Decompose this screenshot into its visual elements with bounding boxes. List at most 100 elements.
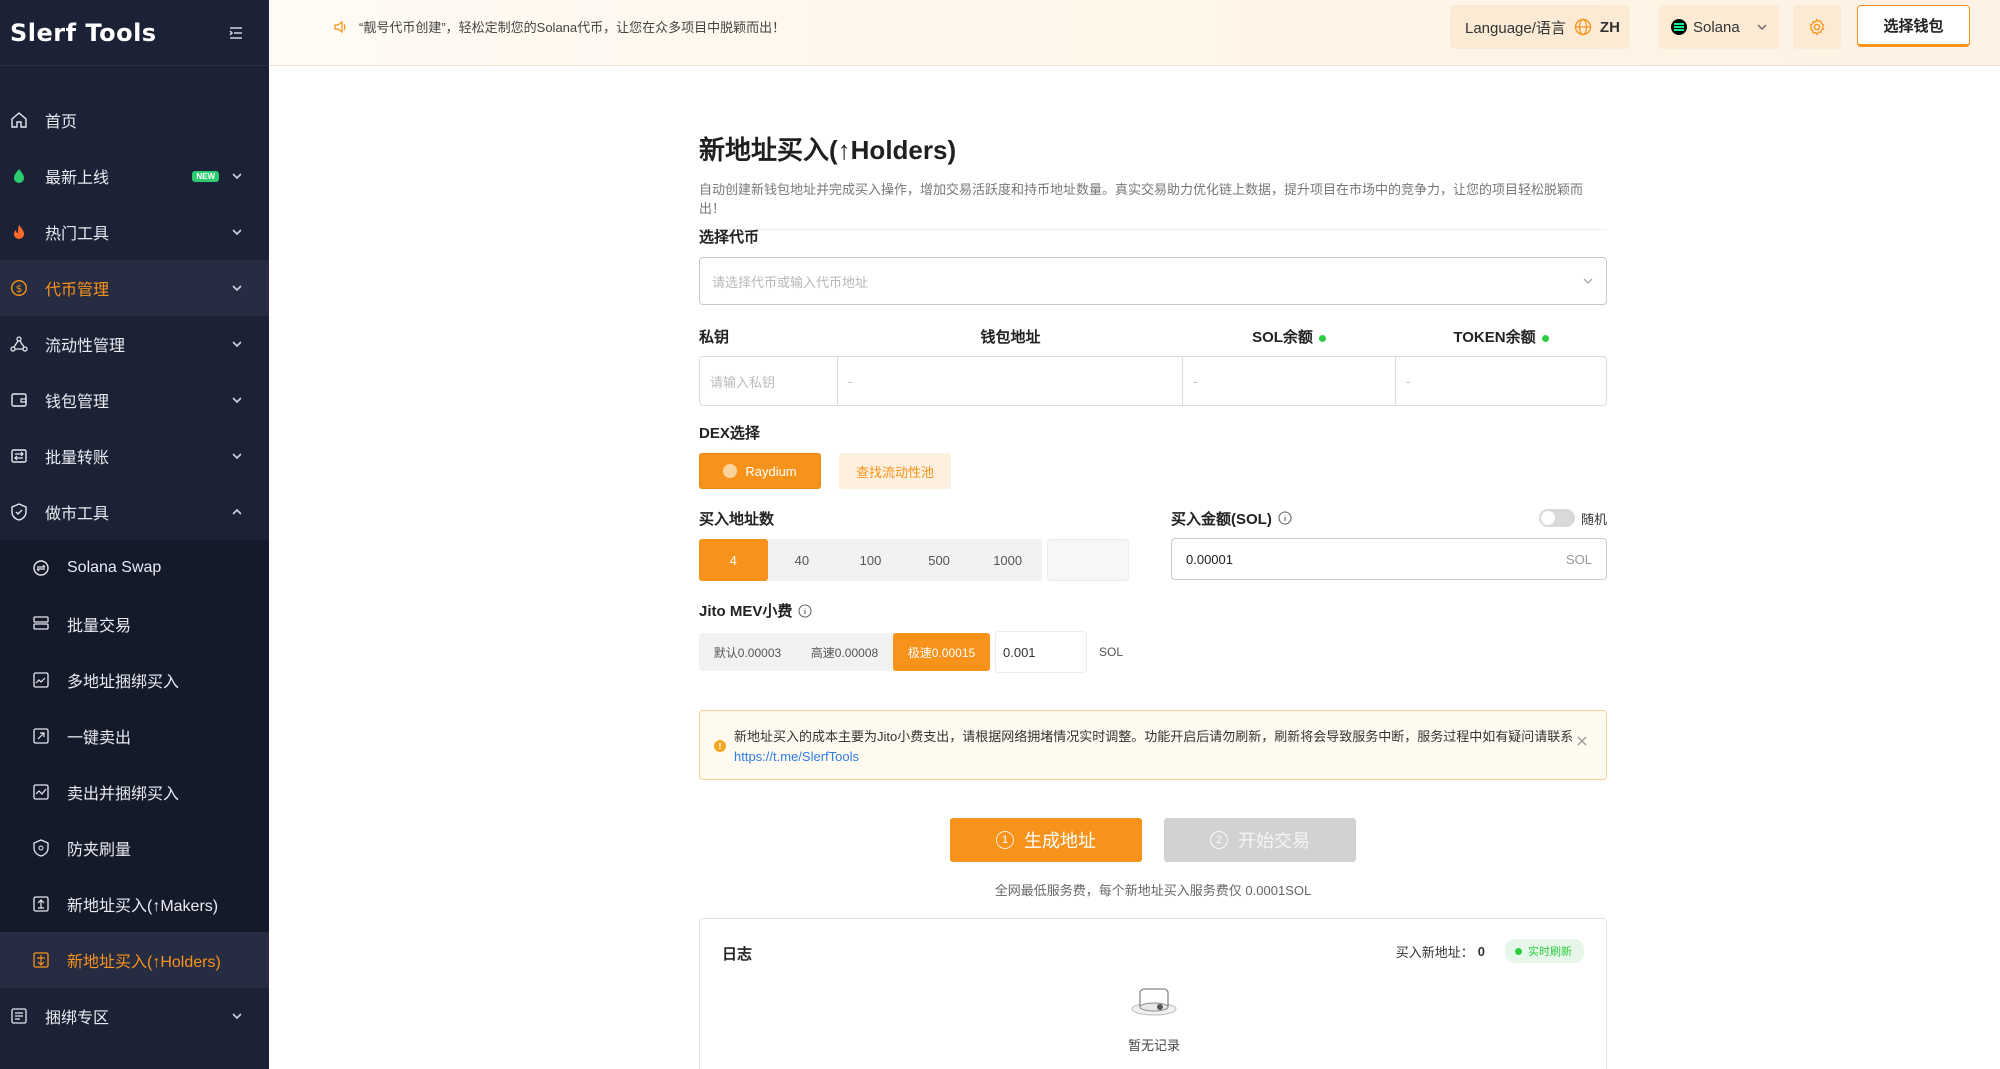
sidebar-item-sell-and-bundle-buy[interactable]: 卖出并捆绑买入 <box>0 764 269 820</box>
chevron-down-icon <box>232 397 242 404</box>
settings-button[interactable] <box>1793 5 1841 49</box>
sidebar-item-label: 做市工具 <box>45 506 110 523</box>
speaker-icon <box>334 20 346 33</box>
close-icon[interactable] <box>1576 735 1588 747</box>
random-label: 随机 <box>1580 511 1607 527</box>
logo[interactable]: Slerf Tools <box>10 19 157 47</box>
dex-label: DEX选择 <box>699 425 760 442</box>
address-count-option[interactable]: 100 <box>836 539 905 581</box>
generate-address-label: 生成地址 <box>1024 831 1096 851</box>
sidebar-item-bundle-zone[interactable]: 捆绑专区 <box>0 988 269 1044</box>
sidebar-item-label: 热门工具 <box>45 226 110 243</box>
wallet-table-header: 私钥 钱包地址 SOL余额 TOKEN余额 <box>699 322 1607 350</box>
sidebar-item-label: 一键卖出 <box>67 730 132 747</box>
chain-select[interactable]: Solana <box>1659 5 1779 49</box>
address-count-option[interactable]: 1000 <box>973 539 1042 581</box>
new-badge: NEW <box>192 170 219 182</box>
chevron-down-icon <box>232 1013 242 1020</box>
language-button[interactable]: Language/语言 ZH <box>1450 5 1630 49</box>
status-dot <box>1515 947 1522 955</box>
jito-option-turbo[interactable]: 极速0.00015 <box>893 633 990 671</box>
sidebar-item-token-management[interactable]: $ 代币管理 <box>0 260 269 316</box>
status-dot <box>1318 334 1326 342</box>
address-count-option[interactable]: 40 <box>768 539 837 581</box>
sidebar-item-label: 新地址买入(↑Makers) <box>67 898 219 915</box>
address-count-custom-input[interactable] <box>1047 539 1129 581</box>
log-count: 0 <box>1477 943 1485 959</box>
sidebar-item-new[interactable]: 最新上线 NEW <box>0 148 269 204</box>
sidebar-item-hot-tools[interactable]: 热门工具 <box>0 204 269 260</box>
sidebar-item-liquidity[interactable]: 流动性管理 <box>0 316 269 372</box>
jito-label: Jito MEV小费 <box>699 603 793 620</box>
chevron-down-icon <box>232 285 242 292</box>
sidebar-item-batch-trade[interactable]: 批量交易 <box>0 596 269 652</box>
sidebar-item-wallet[interactable]: 钱包管理 <box>0 372 269 428</box>
chevron-down-icon <box>232 173 242 180</box>
top-bar: “靓号代币创建”，轻松定制您的Solana代币，让您在众多项目中脱颖而出！ La… <box>269 0 2000 66</box>
jito-fee-unit: SOL <box>1099 645 1124 659</box>
log-status: 买入新地址： 0 实时刷新 <box>1396 939 1584 963</box>
find-pool-button[interactable]: 查找流动性池 <box>839 453 951 489</box>
wallet-address-value: - <box>838 357 1183 405</box>
language-code: ZH <box>1599 18 1620 36</box>
announcement-text: “靓号代币创建”，轻松定制您的Solana代币，让您在众多项目中脱颖而出！ <box>359 20 786 35</box>
announcement[interactable]: “靓号代币创建”，轻松定制您的Solana代币，让您在众多项目中脱颖而出！ <box>333 17 785 36</box>
log-panel: 日志 买入新地址： 0 实时刷新 暂无记录 <box>699 918 1607 1069</box>
dex-raydium-button[interactable]: Raydium <box>699 453 821 489</box>
select-wallet-button[interactable]: 选择钱包 <box>1857 5 1970 47</box>
solana-icon <box>1671 19 1687 35</box>
bundle-zone-icon <box>10 1007 28 1025</box>
token-select[interactable]: 请选择代币或输入代币地址 <box>699 257 1607 305</box>
empty-box-icon <box>1131 988 1177 1016</box>
info-icon[interactable] <box>1278 511 1292 525</box>
sidebar-item-new-address-makers[interactable]: 新地址买入(↑Makers) <box>0 876 269 932</box>
buy-amount-section: 买入金额(SOL) 随机 0.00001 SOL <box>1171 508 1607 580</box>
menu-collapse-icon[interactable] <box>227 24 245 42</box>
sidebar-item-label: 捆绑专区 <box>45 1010 110 1027</box>
gear-icon <box>1809 18 1825 36</box>
start-trading-label: 开始交易 <box>1238 831 1310 851</box>
jito-option-default[interactable]: 默认0.00003 <box>699 633 796 671</box>
wallet-icon <box>10 391 28 409</box>
empty-text: 暂无记录 <box>1127 1038 1180 1053</box>
generate-address-button[interactable]: 1 生成地址 <box>950 818 1142 862</box>
info-icon[interactable] <box>798 603 812 618</box>
shield-icon <box>10 503 28 521</box>
jito-fee-input[interactable]: 0.001 <box>995 631 1087 673</box>
fire-icon <box>10 223 28 241</box>
chevron-down-icon <box>232 229 242 236</box>
sidebar-item-one-click-sell[interactable]: 一键卖出 <box>0 708 269 764</box>
sidebar-item-home[interactable]: 首页 <box>0 92 269 148</box>
jito-option-fast[interactable]: 高速0.00008 <box>796 633 893 671</box>
sidebar-item-new-address-holders[interactable]: 新地址买入(↑Holders) <box>0 932 269 988</box>
chain-label: Solana <box>1693 18 1740 36</box>
support-link[interactable]: https://t.me/SlerfTools <box>734 747 1586 767</box>
language-label: Language/语言 <box>1465 19 1566 37</box>
log-title: 日志 <box>722 946 753 963</box>
chart-icon <box>32 783 50 801</box>
sidebar-item-multi-bundle-buy[interactable]: 多地址捆绑买入 <box>0 652 269 708</box>
live-refresh-badge[interactable]: 实时刷新 <box>1505 939 1584 963</box>
start-trading-button[interactable]: 2 开始交易 <box>1164 818 1356 862</box>
page-title: 新地址买入(↑Holders) <box>699 135 957 165</box>
sidebar-menu: 首页 最新上线 NEW 热门工具 $ 代币管理 流动性管理 钱包管理 批量转账 … <box>0 92 269 1044</box>
private-key-input[interactable]: 请输入私钥 <box>700 357 838 405</box>
sidebar-item-anti-sandwich[interactable]: 防夹刷量 <box>0 820 269 876</box>
address-count-option[interactable]: 500 <box>905 539 974 581</box>
wallet-row: 请输入私钥 - - - <box>699 356 1607 406</box>
sidebar-item-solana-swap[interactable]: Solana Swap <box>0 540 269 596</box>
dex-raydium-label: Raydium <box>745 463 797 479</box>
sidebar-item-market-making[interactable]: 做市工具 <box>0 484 269 540</box>
sidebar-item-label: Solana Swap <box>67 559 162 576</box>
fee-note: 全网最低服务费，每个新地址买入服务费仅 0.0001SOL <box>994 883 1312 898</box>
buy-amount-unit: SOL <box>1565 551 1592 567</box>
address-count-option[interactable]: 4 <box>699 539 768 581</box>
bundle-buy-icon <box>32 671 50 689</box>
toggle-switch[interactable] <box>1538 509 1575 527</box>
buy-amount-input[interactable]: 0.00001 SOL <box>1171 538 1607 580</box>
chevron-down-icon <box>232 341 242 348</box>
sidebar-item-batch-transfer[interactable]: 批量转账 <box>0 428 269 484</box>
chevron-up-icon <box>232 508 242 515</box>
sidebar-item-label: 批量转账 <box>45 450 110 467</box>
random-toggle[interactable]: 随机 <box>1538 509 1607 528</box>
